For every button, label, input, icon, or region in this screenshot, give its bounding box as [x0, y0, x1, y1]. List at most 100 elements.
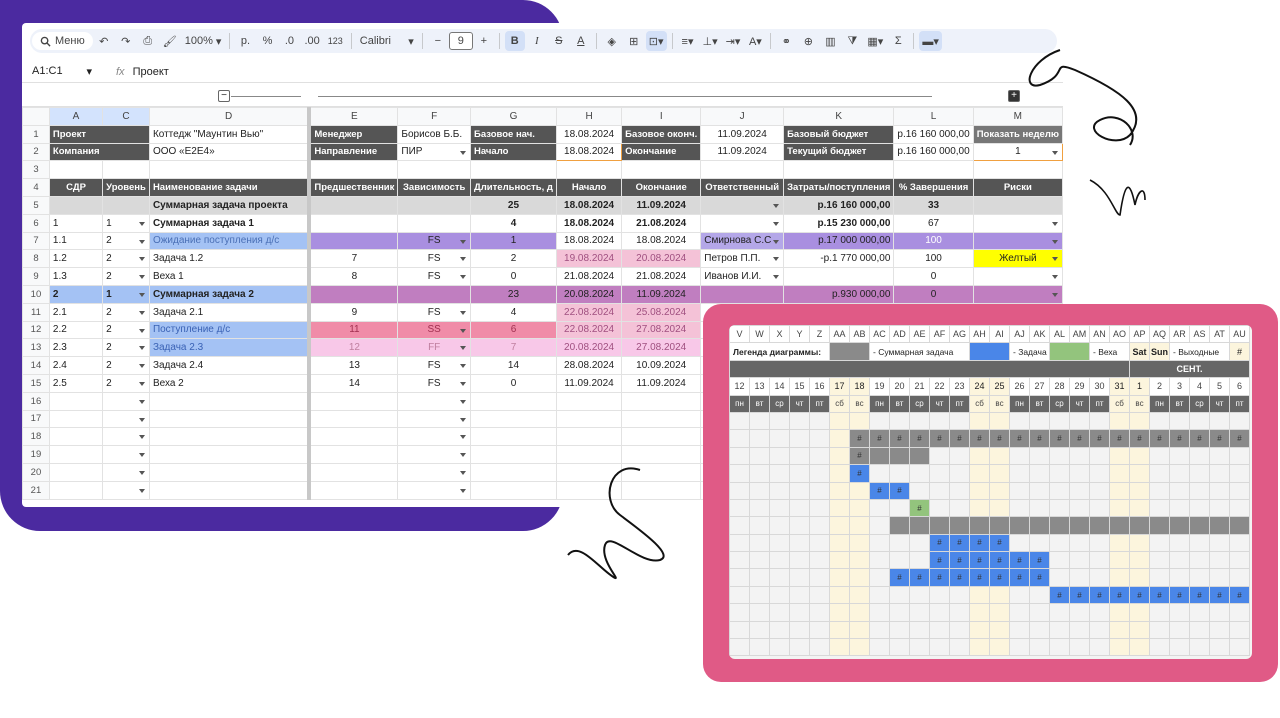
wbs-cell[interactable]: 2.5 — [48, 373, 104, 393]
empty-cell[interactable] — [102, 462, 150, 482]
wrap-text-icon[interactable]: ⇥▾ — [723, 31, 744, 51]
row-number[interactable]: 9 — [22, 267, 50, 286]
empty-cell[interactable] — [148, 409, 312, 429]
duration-cell[interactable]: 23 — [469, 284, 557, 304]
empty-cell[interactable] — [308, 409, 399, 429]
row-number[interactable]: 7 — [22, 231, 50, 251]
empty-cell[interactable] — [148, 427, 312, 447]
name-box[interactable]: A1:C1 ▾ — [22, 65, 102, 78]
column-header[interactable]: D — [148, 107, 312, 126]
responsible-cell[interactable] — [700, 195, 785, 215]
completion-cell[interactable]: 100 — [893, 231, 974, 251]
task-name[interactable]: Задача 2.1 — [148, 302, 312, 322]
column-header[interactable]: A — [48, 107, 104, 126]
font-size-decrease[interactable]: − — [428, 31, 448, 51]
duration-cell[interactable]: 2 — [469, 249, 557, 269]
risk-cell[interactable] — [972, 231, 1063, 251]
end-date[interactable]: 10.09.2024 — [621, 356, 702, 375]
link-icon[interactable]: ⚭ — [776, 31, 796, 51]
dependency-cell[interactable] — [397, 213, 471, 233]
cost-cell[interactable]: р.930 000,00 — [783, 284, 895, 304]
bold-button[interactable]: B — [504, 31, 525, 51]
empty-cell[interactable] — [621, 480, 702, 500]
level-cell[interactable]: 2 — [102, 249, 150, 269]
column-header[interactable]: C — [102, 107, 150, 126]
duration-cell[interactable]: 0 — [469, 267, 557, 286]
empty-cell[interactable] — [555, 427, 623, 447]
font-select[interactable]: Calibri ▾ — [357, 31, 417, 51]
decrease-decimal-button[interactable]: .0 — [279, 31, 299, 51]
menu-search[interactable]: Меню — [32, 32, 93, 50]
empty-cell[interactable] — [397, 391, 471, 411]
empty-cell[interactable] — [469, 409, 557, 429]
duration-cell[interactable]: 4 — [469, 302, 557, 322]
task-name[interactable]: Ожидание поступления д/с — [148, 231, 312, 251]
empty-cell[interactable] — [148, 391, 312, 411]
column-title[interactable]: Затраты/поступления — [783, 178, 895, 197]
empty-cell[interactable] — [397, 462, 471, 482]
empty-cell[interactable] — [48, 391, 104, 411]
cell[interactable] — [48, 160, 104, 180]
project-label[interactable]: Менеджер — [308, 124, 399, 144]
level-cell[interactable]: 2 — [102, 267, 150, 286]
start-date[interactable]: 20.08.2024 — [555, 284, 623, 304]
empty-cell[interactable] — [397, 445, 471, 464]
level-cell[interactable]: 1 — [102, 284, 150, 304]
task-name[interactable]: Суммарная задача проекта — [148, 195, 312, 215]
cell[interactable] — [783, 160, 895, 180]
paint-format-icon[interactable]: 🖌 — [160, 31, 180, 51]
start-date[interactable]: 22.08.2024 — [555, 302, 623, 322]
start-date[interactable]: 22.08.2024 — [555, 320, 623, 340]
start-date[interactable]: 11.09.2024 — [555, 373, 623, 393]
vertical-align-icon[interactable]: ⊥▾ — [700, 31, 721, 51]
row-number[interactable]: 17 — [22, 409, 50, 429]
empty-cell[interactable] — [308, 462, 399, 482]
fill-color-icon[interactable]: ◈ — [602, 31, 622, 51]
predecessor-cell[interactable]: 7 — [308, 249, 399, 269]
start-date[interactable]: 18.08.2024 — [555, 213, 623, 233]
risk-cell[interactable] — [972, 195, 1063, 215]
project-value[interactable]: 18.08.2024 — [555, 142, 623, 162]
end-date[interactable]: 18.08.2024 — [621, 231, 702, 251]
project-label[interactable]: Текущий бюджет — [783, 142, 895, 162]
task-name[interactable]: Задача 2.4 — [148, 356, 312, 375]
column-header[interactable]: M — [972, 107, 1063, 126]
column-title[interactable]: Ответственный — [700, 178, 785, 197]
level-cell[interactable]: 2 — [102, 356, 150, 375]
end-date[interactable]: 21.08.2024 — [621, 213, 702, 233]
empty-cell[interactable] — [308, 480, 399, 500]
empty-cell[interactable] — [621, 427, 702, 447]
empty-cell[interactable] — [102, 445, 150, 464]
empty-cell[interactable] — [469, 427, 557, 447]
empty-cell[interactable] — [102, 409, 150, 429]
level-cell[interactable]: 2 — [102, 302, 150, 322]
percent-button[interactable]: % — [257, 31, 277, 51]
wbs-cell[interactable]: 2.2 — [48, 320, 104, 340]
redo-icon[interactable]: ↷ — [116, 31, 136, 51]
filter-icon[interactable]: ⧩ — [842, 31, 862, 51]
increase-decimal-button[interactable]: .00 — [301, 31, 322, 51]
responsible-cell[interactable] — [700, 213, 785, 233]
project-value[interactable]: Борисов Б.Б. — [397, 124, 471, 144]
empty-cell[interactable] — [469, 462, 557, 482]
start-date[interactable]: 28.08.2024 — [555, 356, 623, 375]
borders-icon[interactable]: ⊞ — [624, 31, 644, 51]
wbs-cell[interactable]: 1.2 — [48, 249, 104, 269]
row-number[interactable]: 14 — [22, 356, 50, 375]
empty-cell[interactable] — [555, 462, 623, 482]
dependency-cell[interactable]: FS — [397, 249, 471, 269]
filter-views-icon[interactable]: ▦▾ — [864, 31, 886, 51]
project-value[interactable]: 11.09.2024 — [700, 142, 785, 162]
task-name[interactable]: Суммарная задача 1 — [148, 213, 312, 233]
cell[interactable] — [893, 160, 974, 180]
font-size-increase[interactable]: + — [474, 31, 494, 51]
column-title[interactable]: Уровень — [102, 178, 150, 197]
project-label[interactable]: Направление — [308, 142, 399, 162]
project-value[interactable]: Коттедж "Маунтин Вью" — [148, 124, 312, 144]
start-date[interactable]: 21.08.2024 — [555, 267, 623, 286]
empty-cell[interactable] — [555, 480, 623, 500]
project-label[interactable]: Базовый бюджет — [783, 124, 895, 144]
start-date[interactable]: 20.08.2024 — [555, 338, 623, 358]
wbs-cell[interactable]: 2.4 — [48, 356, 104, 375]
cell[interactable] — [469, 160, 557, 180]
